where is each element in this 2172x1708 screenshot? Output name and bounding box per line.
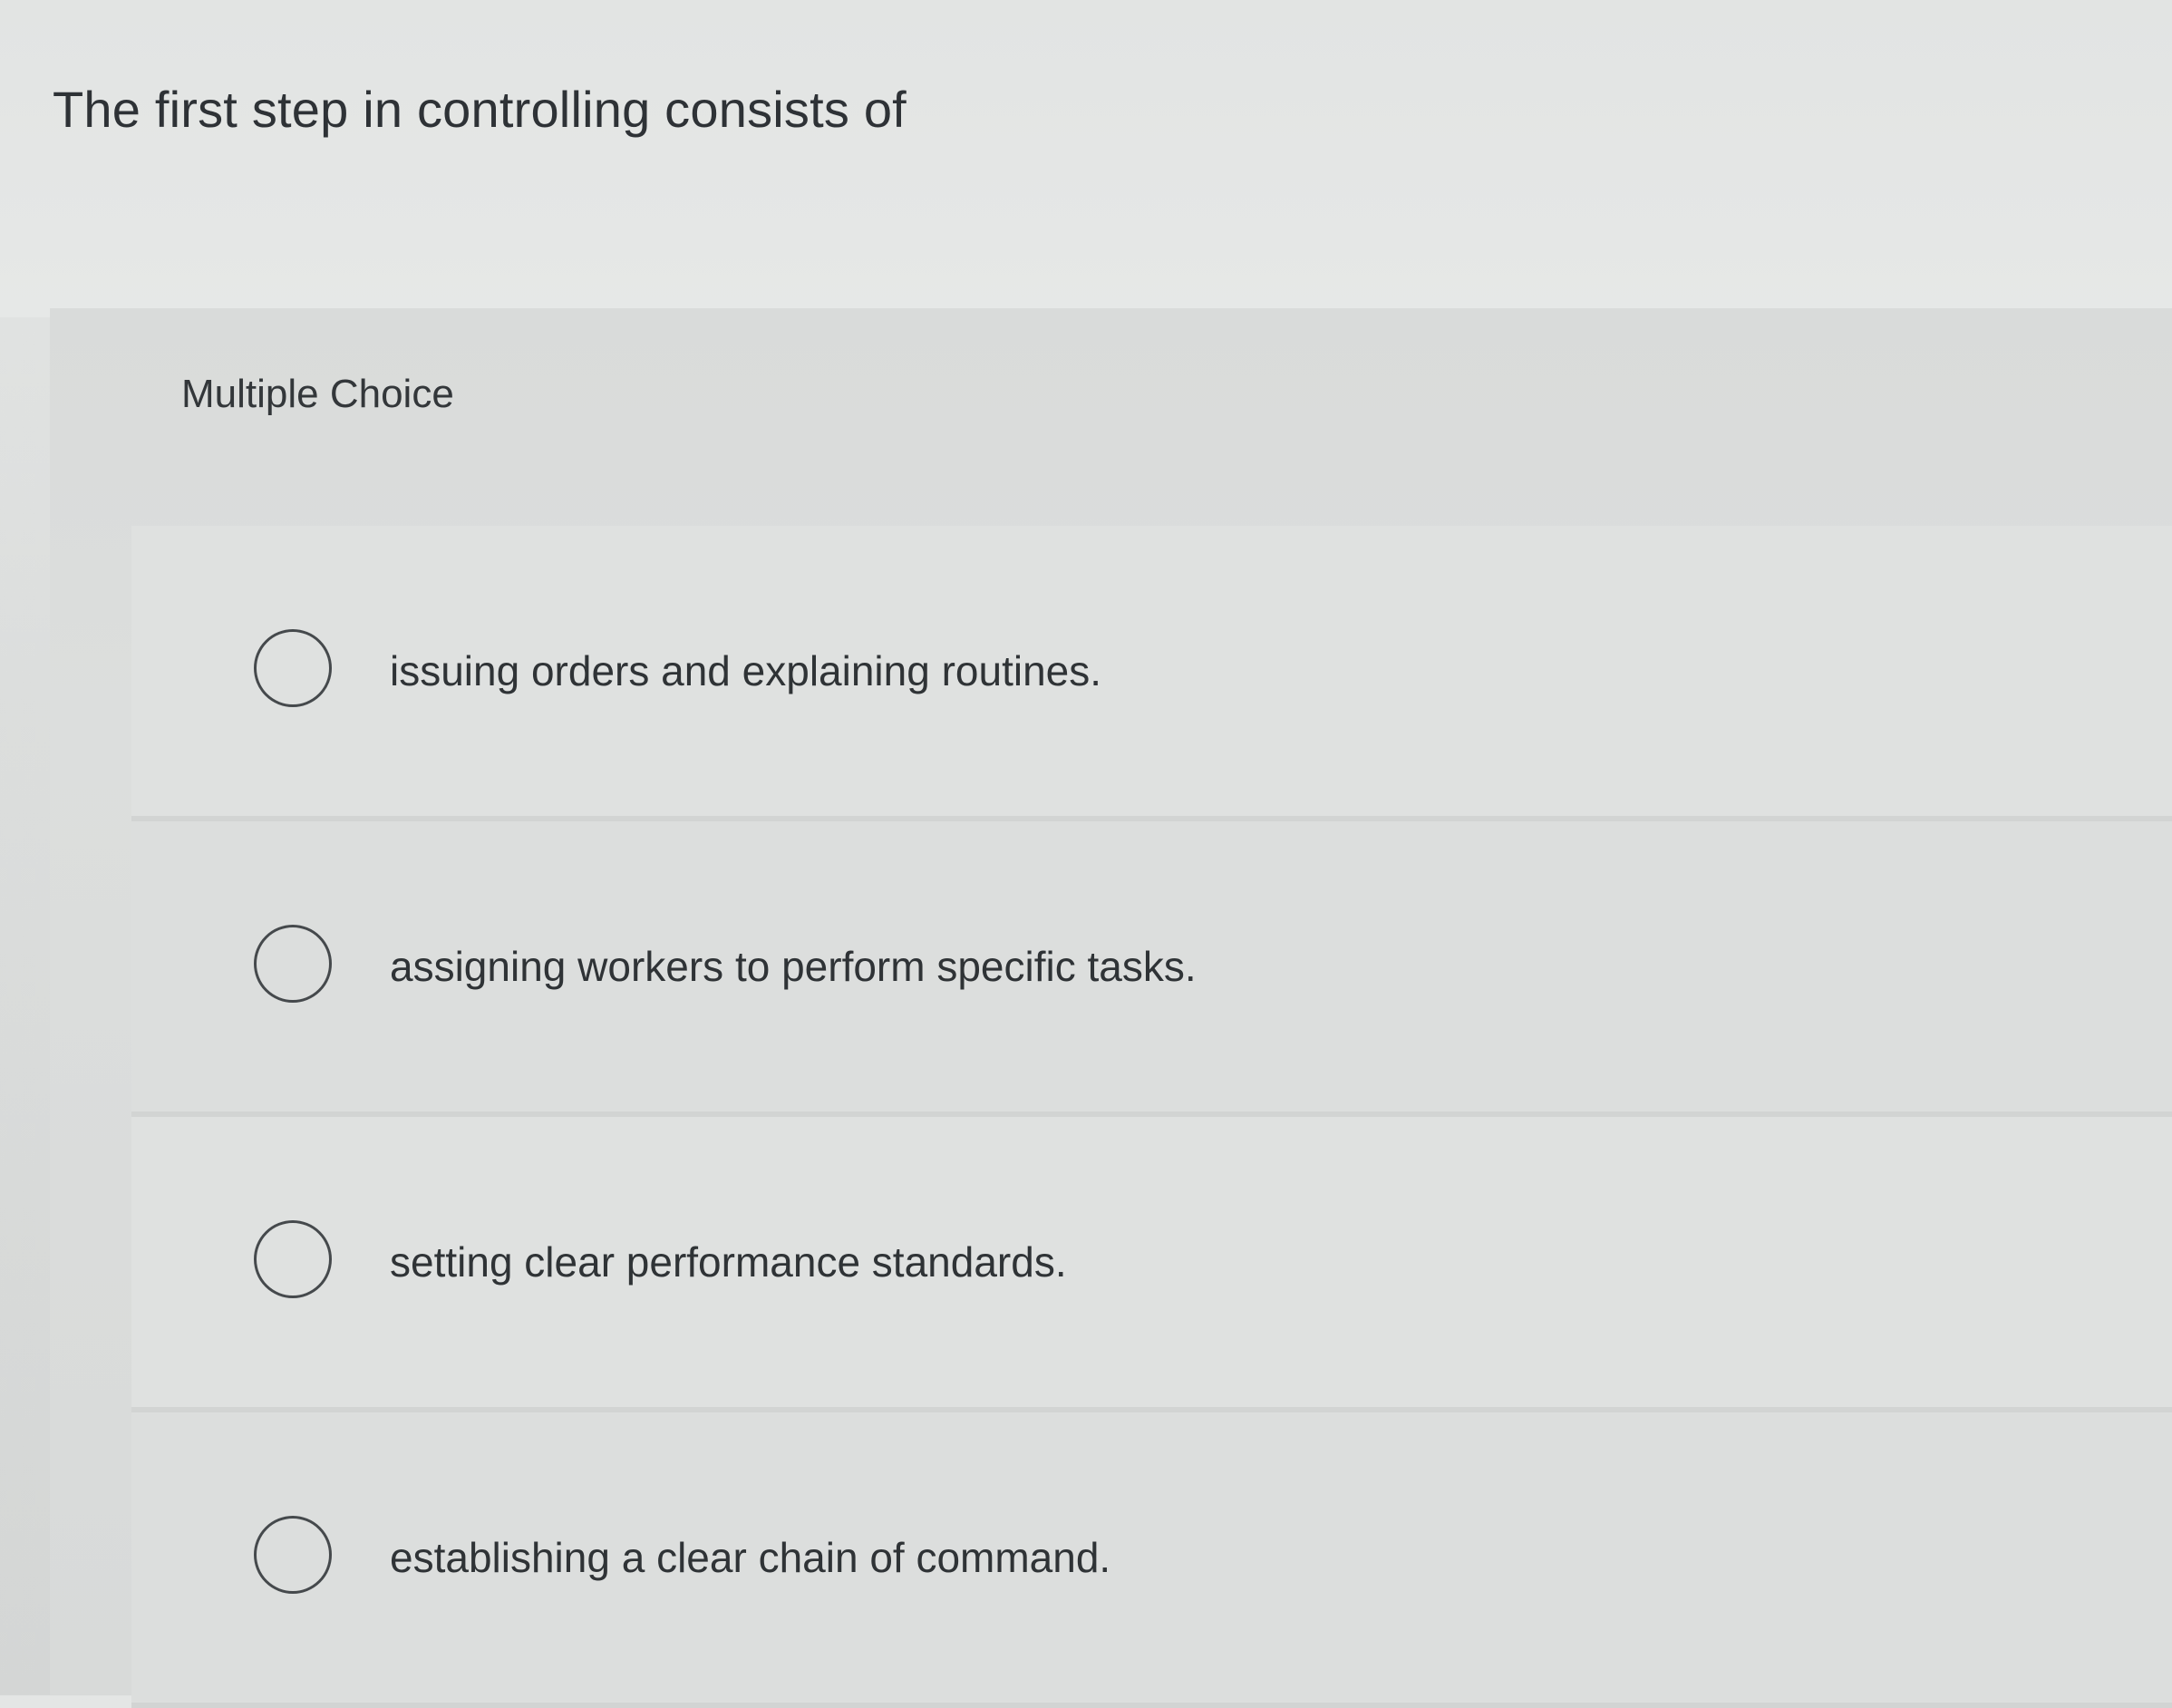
radio-button-icon[interactable] [254, 629, 332, 707]
answer-option-c[interactable]: setting clear performance standards. [131, 1117, 2172, 1412]
question-header: The first step in controlling consists o… [0, 0, 2172, 317]
radio-button-icon[interactable] [254, 1516, 332, 1594]
answer-option-d[interactable]: establishing a clear chain of command. [131, 1412, 2172, 1708]
answer-option-label: establishing a clear chain of command. [390, 1534, 1111, 1581]
answer-option-label: assigning workers to perform specific ta… [390, 943, 1197, 990]
radio-button-icon[interactable] [254, 1220, 332, 1298]
question-type-label: Multiple Choice [181, 372, 454, 416]
answer-options-list: issuing orders and explaining routines. … [131, 526, 2172, 1708]
question-prompt: The first step in controlling consists o… [53, 81, 907, 138]
answer-panel: Multiple Choice issuing orders and expla… [50, 308, 2172, 1708]
answer-option-label: setting clear performance standards. [390, 1238, 1067, 1286]
radio-button-icon[interactable] [254, 925, 332, 1003]
answer-option-b[interactable]: assigning workers to perform specific ta… [131, 821, 2172, 1117]
quiz-page: The first step in controlling consists o… [0, 0, 2172, 1708]
answer-option-label: issuing orders and explaining routines. [390, 647, 1102, 694]
answer-option-a[interactable]: issuing orders and explaining routines. [131, 526, 2172, 821]
